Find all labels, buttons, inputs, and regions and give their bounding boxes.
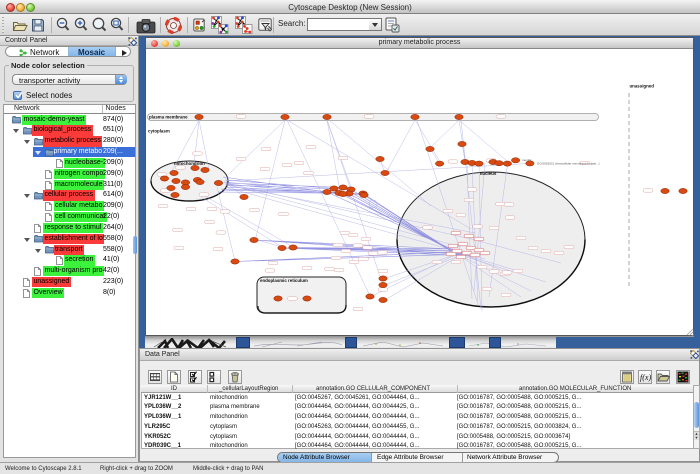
svg-text:f(x): f(x) — [640, 373, 651, 382]
svg-text:membr...: membr... — [522, 158, 534, 162]
svg-text:(mit...): (mit...) — [591, 162, 600, 166]
svg-text:mitochondrion: mitochondrion — [174, 161, 205, 166]
svg-text:nucleus: nucleus — [480, 171, 497, 176]
svg-text:plasma membrane: plasma membrane — [149, 115, 188, 120]
svg-text:unassigned: unassigned — [630, 84, 655, 89]
svg-text:cytoplasm: cytoplasm — [148, 129, 170, 134]
svg-text:GO:0016021 (intracellular memb: GO:0016021 (intracellular membrane-bou..… — [537, 162, 595, 166]
svg-text:endoplasmic reticulum: endoplasmic reticulum — [260, 278, 308, 283]
